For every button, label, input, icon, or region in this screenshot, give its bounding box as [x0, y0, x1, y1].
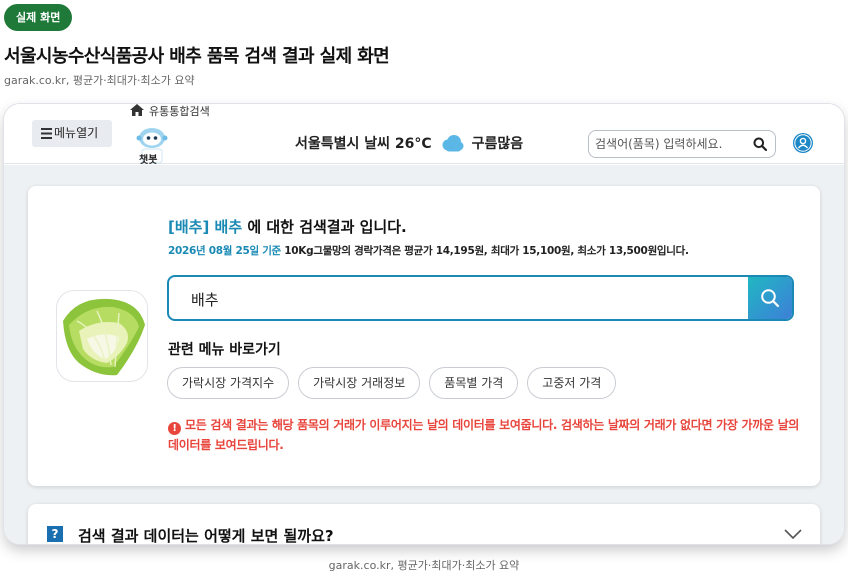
main-search-value: 배추 — [191, 291, 219, 309]
search-icon — [761, 289, 780, 308]
screen-badge: 실제 화면 — [4, 4, 73, 31]
result-summary-text: 10Kg그물망의 경락가격은 평균가 14,195원, 최대가 15,100원,… — [280, 245, 689, 257]
search-icon[interactable] — [753, 137, 767, 151]
page-subtitle: garak.co.kr, 평균가·최대가·최소가 요약 — [4, 74, 195, 87]
faq-question: 검색 결과 데이터는 어떻게 보면 될까요? — [78, 527, 334, 544]
breadcrumb[interactable]: 유통통합검색 — [149, 104, 210, 119]
related-menu-title: 관련 메뉴 바로가기 — [168, 342, 281, 358]
related-menu-chips: 가락시장 가격지수 가락시장 거래정보 품목별 가격 고중저 가격 — [167, 367, 617, 399]
weather-info: 서울특별시 날씨 26°C 구름많음 — [295, 133, 523, 153]
main-search-button[interactable] — [748, 277, 792, 319]
top-search-placeholder: 검색어(품목) 입력하세요. — [595, 137, 723, 151]
footer-caption: garak.co.kr, 평균가·최대가·최소가 요약 — [328, 559, 520, 572]
question-icon: ? — [47, 526, 63, 542]
faq-accordion[interactable]: ? 검색 결과 데이터는 어떻게 보면 될까요? — [28, 504, 820, 544]
cabbage-image — [56, 290, 148, 382]
chip-price-index[interactable]: 가락시장 가격지수 — [167, 367, 290, 399]
alert-icon: ! — [168, 422, 181, 435]
browser-frame: 메뉴열기 유통통합검색 챗봇 서울특별시 날씨 26°C 구름많음 검색어(품목… — [4, 104, 844, 544]
chip-trade-info[interactable]: 가락시장 거래정보 — [298, 367, 421, 399]
main-search-input[interactable]: 배추 — [167, 275, 794, 321]
page-title: 서울시농수산식품공사 배추 품목 검색 결과 실제 화면 — [4, 46, 390, 67]
result-summary: 2026년 08월 25일 기준 10Kg그물망의 경락가격은 평균가 14,1… — [168, 243, 689, 258]
chip-high-mid-low-price[interactable]: 고중저 가격 — [527, 367, 617, 399]
cabbage-icon — [63, 298, 145, 376]
menu-open-label: 메뉴열기 — [54, 126, 99, 140]
chevron-down-icon[interactable] — [784, 528, 802, 540]
home-icon[interactable] — [130, 104, 144, 116]
content-area: [배추] 배추 에 대한 검색결과 입니다. 2026년 08월 25일 기준 … — [4, 165, 844, 544]
notice-message: ! 모든 검색 결과는 해당 품목의 거래가 이루어지는 날의 데이터를 보여줍니… — [168, 415, 800, 455]
weather-text: 서울특별시 날씨 26°C — [295, 136, 432, 152]
result-item-tag: [배추] 배추 — [168, 218, 243, 236]
top-search-input[interactable]: 검색어(품목) 입력하세요. — [588, 130, 776, 158]
result-heading-suffix: 에 대한 검색결과 입니다. — [242, 218, 407, 236]
chatbot-label[interactable]: 챗봇 — [139, 151, 157, 166]
menu-open-button[interactable]: 메뉴열기 — [32, 120, 112, 147]
weather-desc: 구름많음 — [471, 136, 524, 152]
result-heading: [배추] 배추 에 대한 검색결과 입니다. — [168, 216, 407, 237]
chip-item-price[interactable]: 품목별 가격 — [429, 367, 519, 399]
result-date: 2026년 08월 25일 기준 — [168, 245, 281, 257]
cloud-icon — [442, 135, 464, 152]
top-bar: 메뉴열기 유통통합검색 챗봇 서울특별시 날씨 26°C 구름많음 검색어(품목… — [4, 104, 844, 166]
hamburger-icon — [41, 128, 52, 139]
notice-text: 모든 검색 결과는 해당 품목의 거래가 이루어지는 날의 데이터를 보여줍니다… — [168, 418, 800, 452]
user-icon[interactable] — [793, 133, 813, 153]
result-card: [배추] 배추 에 대한 검색결과 입니다. 2026년 08월 25일 기준 … — [28, 186, 820, 486]
